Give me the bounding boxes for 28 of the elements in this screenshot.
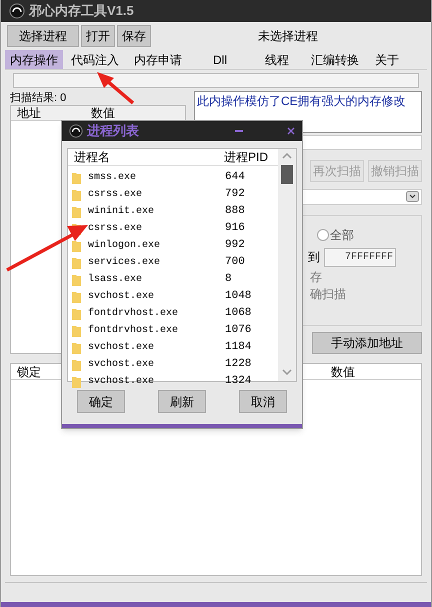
process-id: 1076 <box>225 323 252 338</box>
scan-result-label: 扫描结果: 0 <box>10 91 68 105</box>
column-header: 数值 <box>90 106 116 120</box>
process-id: 1068 <box>225 306 252 322</box>
description-text: 此内操作模仿了CE拥有强大的内存修改 <box>197 94 406 108</box>
process-id: 916 <box>225 221 245 236</box>
column-header: 进程PID <box>224 149 268 166</box>
option-label: 存 <box>310 268 323 286</box>
column-header: 数值 <box>331 364 355 379</box>
process-id: 700 <box>225 255 245 270</box>
process-id: 1184 <box>225 340 252 356</box>
process-id: 888 <box>225 204 245 220</box>
option-label: 确扫描 <box>310 286 346 303</box>
process-status-label: 未选择进程 <box>258 28 318 45</box>
dialog-title: 进程列表 <box>87 122 139 140</box>
column-header: 进程名 <box>74 149 111 166</box>
window-title: 邪心内存工具V1.5 <box>29 2 134 20</box>
process-id: 1228 <box>225 357 252 372</box>
radio-label: 全部 <box>330 226 354 244</box>
column-header: 锁定 <box>16 364 42 379</box>
column-header: 地址 <box>16 106 42 120</box>
process-id: 992 <box>225 238 245 254</box>
process-id: 8 <box>225 272 232 288</box>
process-id: 792 <box>225 187 245 202</box>
range-to-label: 到 <box>308 249 320 266</box>
process-id: 1048 <box>225 289 252 304</box>
process-id: 644 <box>225 170 245 186</box>
process-id: 1324 <box>225 374 252 390</box>
